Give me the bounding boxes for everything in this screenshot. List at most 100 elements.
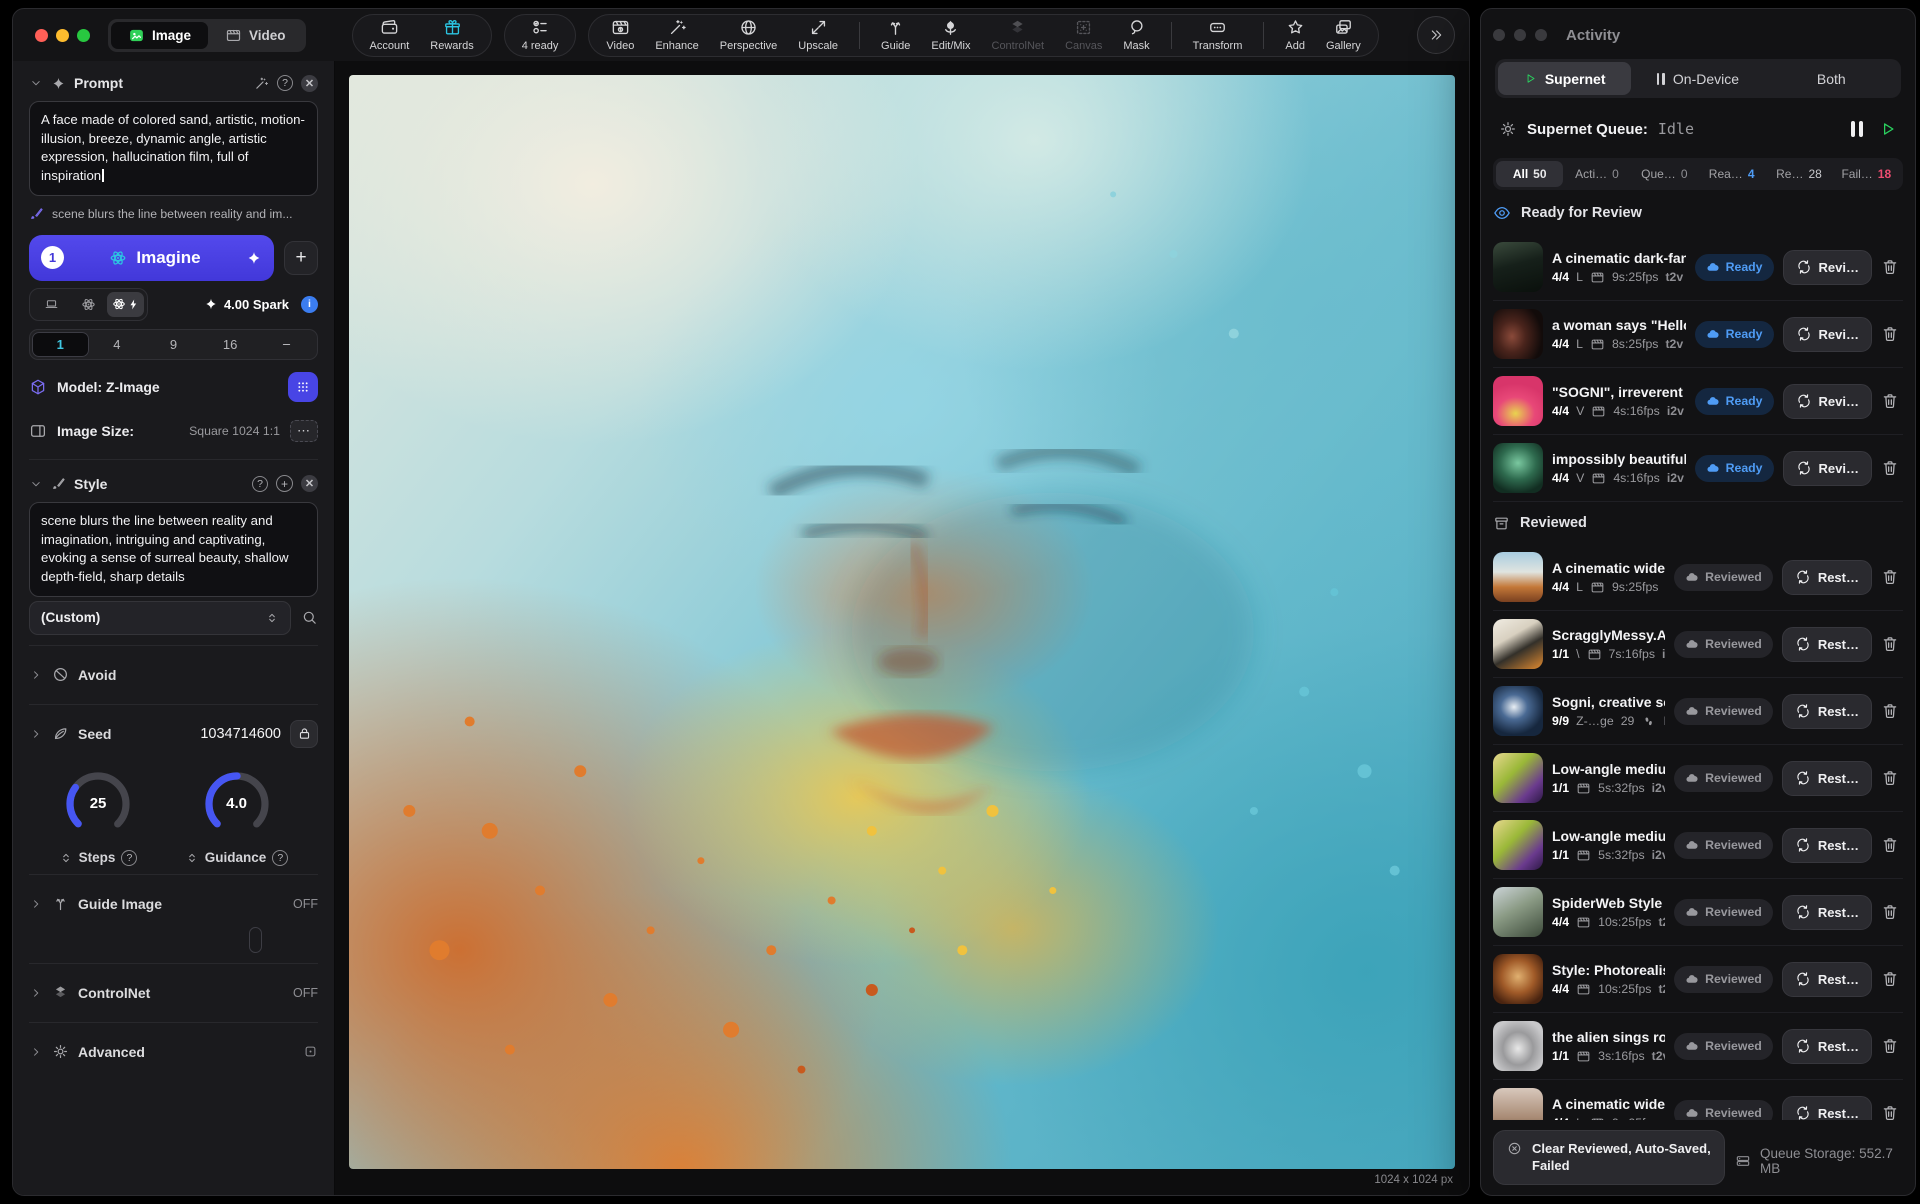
queue-item[interactable]: "SOGNI", irreverent attr... 4/4V4s:16fps… [1493, 368, 1903, 435]
toolbar-add[interactable]: Add [1285, 18, 1305, 52]
local-device-option[interactable] [33, 292, 70, 317]
trash-icon[interactable] [1881, 325, 1903, 343]
trash-icon[interactable] [1881, 568, 1903, 586]
queue-item[interactable]: ScragglyMessy.A sketc... 1/1\7s:16fpsi2v… [1493, 611, 1903, 678]
toolbar-transform[interactable]: Transform [1193, 18, 1243, 52]
prompt-input[interactable]: A face made of colored sand, artistic, m… [29, 101, 318, 196]
toolbar-edit-mix[interactable]: Edit/Mix [931, 18, 970, 52]
image-size-row[interactable]: Image Size: Square 1024 1:1 ⋯ [29, 409, 318, 453]
trash-icon[interactable] [1881, 392, 1903, 410]
toolbar-upscale[interactable]: Upscale [798, 18, 838, 52]
guide-image-section[interactable]: Guide Image OFF [29, 881, 318, 927]
queue-item[interactable]: A cinematic dark-fantas... 4/4L9s:25fpst… [1493, 234, 1903, 301]
trash-icon[interactable] [1881, 258, 1903, 276]
wand-icon[interactable] [254, 76, 269, 91]
add-job-button[interactable]: + [284, 241, 318, 275]
toolbar-mask[interactable]: Mask [1123, 18, 1149, 52]
advanced-section[interactable]: Advanced [29, 1029, 318, 1075]
lock-icon[interactable] [290, 720, 318, 748]
review-button[interactable]: Rest… [1782, 761, 1872, 796]
toolbar-guide[interactable]: Guide [881, 18, 910, 52]
batch-option-16[interactable]: 16 [202, 332, 259, 357]
toolbar-enhance[interactable]: Enhance [655, 18, 698, 52]
review-button[interactable]: Revi… [1783, 451, 1872, 486]
queue-item[interactable]: Style: Photorealistic, 8... 4/410s:25fps… [1493, 946, 1903, 1013]
filter-reviewed[interactable]: Re…28 [1765, 161, 1832, 187]
trash-icon[interactable] [1881, 836, 1903, 854]
queue-item[interactable]: A cinematic wide aerial... 4/4L9s:25fpst… [1493, 544, 1903, 611]
filter-all[interactable]: All50 [1496, 161, 1563, 187]
toolbar-gallery[interactable]: Gallery [1326, 18, 1361, 52]
style-preset-select[interactable]: (Custom) [29, 601, 291, 635]
box-dot-icon[interactable] [303, 1044, 318, 1059]
toolbar-video[interactable]: Video [606, 18, 634, 52]
review-button[interactable]: Revi… [1783, 250, 1872, 285]
toolbar-queue-ready[interactable]: 4 ready [522, 18, 559, 52]
help-icon[interactable]: ? [277, 75, 293, 91]
activity-list[interactable]: Ready for Review A cinematic dark-fantas… [1493, 192, 1903, 1120]
trash-icon[interactable] [1881, 702, 1903, 720]
resume-queue-button[interactable] [1879, 120, 1897, 138]
batch-option-custom[interactable] [258, 332, 315, 357]
generated-image[interactable] [349, 75, 1455, 1169]
batch-option-9[interactable]: 9 [145, 332, 202, 357]
filter-queued[interactable]: Que…0 [1631, 161, 1698, 187]
trash-icon[interactable] [1881, 635, 1903, 653]
batch-option-4[interactable]: 4 [89, 332, 146, 357]
info-icon[interactable]: i [301, 296, 318, 313]
review-button[interactable]: Rest… [1782, 895, 1872, 930]
review-button[interactable]: Rest… [1782, 962, 1872, 997]
trash-icon[interactable] [1881, 769, 1903, 787]
tab-supernet[interactable]: Supernet [1498, 62, 1631, 95]
inactive-close-button[interactable] [1493, 29, 1505, 41]
filter-ready[interactable]: Rea…4 [1698, 161, 1765, 187]
image-size-options-button[interactable]: ⋯ [290, 420, 318, 442]
add-style-icon[interactable]: + [276, 475, 293, 492]
filter-failed[interactable]: Fail…18 [1833, 161, 1900, 187]
help-icon[interactable]: ? [252, 476, 268, 492]
steps-knob[interactable]: 25 Steps ? [59, 765, 138, 866]
toolbar-rewards[interactable]: Rewards [430, 18, 473, 52]
queue-item[interactable]: Low-angle medium sho... 1/15s:32fpsi2vF…… [1493, 745, 1903, 812]
review-button[interactable]: Rest… [1782, 560, 1872, 595]
queue-item[interactable]: SpiderWeb Style (Worl... 4/410s:25fpst2v… [1493, 879, 1903, 946]
review-button[interactable]: Rest… [1782, 828, 1872, 863]
queue-item[interactable]: the alien sings rock and... 1/13s:16fpst… [1493, 1013, 1903, 1080]
queue-item[interactable]: Low-angle medium sho... 1/15s:32fpsi2vF…… [1493, 812, 1903, 879]
toolbar-perspective[interactable]: Perspective [720, 18, 777, 52]
tab-video[interactable]: Video [208, 22, 303, 49]
review-button[interactable]: Rest… [1782, 1029, 1872, 1064]
clear-reviewed-button[interactable]: Clear Reviewed, Auto-Saved, Failed [1493, 1130, 1725, 1185]
avoid-section[interactable]: Avoid [29, 652, 318, 698]
clear-style-icon[interactable]: ✕ [301, 475, 318, 492]
queue-item[interactable]: Sogni, creative seduction 9/9Z-…ge29Feb … [1493, 678, 1903, 745]
search-icon[interactable] [301, 609, 318, 626]
minimize-window-button[interactable] [56, 29, 69, 42]
guidance-knob[interactable]: 4.0 Guidance ? [185, 765, 289, 866]
review-button[interactable]: Revi… [1783, 384, 1872, 419]
close-window-button[interactable] [35, 29, 48, 42]
queue-item[interactable]: A cinematic wide aerial 4/4L9s:25fpst2v…… [1493, 1080, 1903, 1120]
zoom-window-button[interactable] [77, 29, 90, 42]
controlnet-section[interactable]: ControlNet OFF [29, 970, 318, 1016]
trash-icon[interactable] [1881, 903, 1903, 921]
supernet-fast-option[interactable] [107, 292, 144, 317]
review-button[interactable]: Rest… [1782, 1096, 1872, 1120]
review-button[interactable]: Rest… [1782, 694, 1872, 729]
tab-on-device[interactable]: On-Device [1631, 62, 1764, 95]
supernet-option[interactable] [70, 292, 107, 317]
inactive-minimize-button[interactable] [1514, 29, 1526, 41]
style-input[interactable]: scene blurs the line between reality and… [29, 502, 318, 597]
help-icon[interactable]: ? [121, 850, 137, 866]
stepper-icon[interactable] [185, 851, 199, 865]
review-button[interactable]: Revi… [1783, 317, 1872, 352]
tab-image[interactable]: Image [111, 22, 208, 49]
pause-queue-button[interactable] [1851, 121, 1863, 137]
guide-strength-handle[interactable] [249, 927, 262, 953]
queue-item[interactable]: impossibly beautiful po... 4/4V4s:16fpsi… [1493, 435, 1903, 502]
help-icon[interactable]: ? [272, 850, 288, 866]
tab-both[interactable]: Both [1765, 62, 1898, 95]
trash-icon[interactable] [1881, 1037, 1903, 1055]
batch-option-1[interactable]: 1 [32, 332, 89, 357]
model-gallery-button[interactable] [288, 372, 318, 402]
